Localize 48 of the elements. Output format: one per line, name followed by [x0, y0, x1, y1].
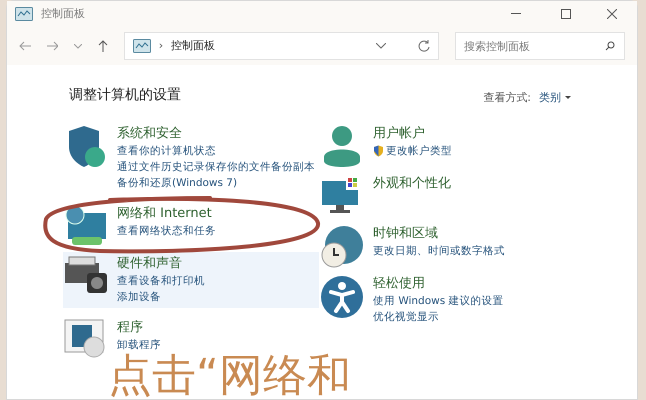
- task-link[interactable]: 查看设备和打印机: [117, 273, 205, 289]
- task-link[interactable]: 查看你的计算机状态: [117, 143, 216, 159]
- view-by-dropdown[interactable]: 类别: [539, 90, 571, 106]
- page-heading: 调整计算机的设置: [69, 86, 181, 105]
- uac-shield-icon: [373, 145, 384, 157]
- view-by-label: 查看方式:: [483, 90, 531, 106]
- chevron-down-icon[interactable]: [376, 43, 386, 49]
- globe-clock-icon: [320, 225, 364, 269]
- minimize-icon[interactable]: [511, 13, 521, 15]
- maximize-icon[interactable]: [561, 9, 571, 19]
- task-link[interactable]: 查看网络状态和任务: [117, 223, 216, 239]
- printer-camera-icon: [63, 255, 109, 295]
- category-link[interactable]: 系统和安全: [117, 125, 315, 143]
- search-field[interactable]: 搜索控制面板: [455, 32, 626, 60]
- task-link[interactable]: 更改帐户类型: [386, 143, 452, 159]
- back-arrow-icon[interactable]: [19, 41, 31, 51]
- shield-icon: [66, 125, 106, 169]
- task-link[interactable]: 卸载程序: [117, 337, 161, 353]
- search-icon: [605, 41, 616, 51]
- control-panel-icon: [132, 39, 151, 53]
- address-bar[interactable]: › 控制面板: [124, 32, 440, 60]
- caret-icon: [565, 96, 571, 100]
- task-link[interactable]: 更改日期、时间或数字格式: [373, 243, 505, 259]
- close-icon[interactable]: [607, 9, 617, 19]
- category-link[interactable]: 外观和个性化: [373, 175, 451, 193]
- category-link[interactable]: 轻松使用: [373, 275, 504, 293]
- task-link[interactable]: 备份和还原(Windows 7): [117, 175, 238, 191]
- category-link[interactable]: 时钟和区域: [373, 225, 505, 243]
- annotation-caption: 点击“网络和: [108, 354, 351, 398]
- category-link[interactable]: 硬件和声音: [117, 255, 205, 273]
- chevron-down-icon[interactable]: [74, 44, 82, 48]
- control-panel-icon: [15, 7, 33, 21]
- network-monitor-icon: [64, 205, 108, 247]
- up-arrow-icon[interactable]: [98, 40, 108, 52]
- accessibility-icon: [320, 275, 364, 319]
- path-separator: ›: [158, 38, 164, 54]
- task-link[interactable]: 通过文件历史记录保存你的文件备份副本: [117, 159, 315, 175]
- address-path: 控制面板: [171, 38, 216, 54]
- task-link[interactable]: 使用 Windows 建议的设置: [373, 293, 504, 309]
- forward-arrow-icon[interactable]: [46, 41, 58, 51]
- task-link[interactable]: 优化视觉显示: [373, 309, 439, 325]
- window-title: 控制面板: [41, 6, 85, 22]
- category-link[interactable]: 网络和 Internet: [117, 205, 216, 223]
- user-icon: [322, 125, 362, 169]
- refresh-icon[interactable]: [418, 40, 430, 52]
- category-link[interactable]: 程序: [117, 319, 161, 337]
- category-link[interactable]: 用户帐户: [373, 125, 452, 143]
- task-link[interactable]: 添加设备: [117, 289, 161, 305]
